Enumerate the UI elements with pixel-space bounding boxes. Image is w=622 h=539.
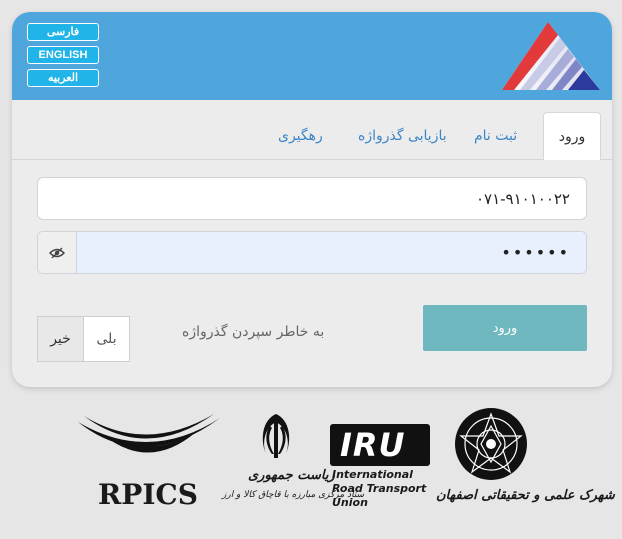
presidency-title: ریاست جمهوری xyxy=(248,468,335,483)
tab-register[interactable]: ثبت نام xyxy=(474,112,517,160)
iran-emblem-icon xyxy=(262,414,290,458)
presidency-logo: ریاست جمهوری ستاد مرکزی مبارزه با قاچاق … xyxy=(222,410,364,518)
show-password-button[interactable] xyxy=(38,232,77,273)
password-field xyxy=(37,231,587,274)
tab-password-recovery[interactable]: بازیابی گذرواژه xyxy=(358,112,447,160)
iru-line-1: International xyxy=(332,468,413,481)
sponsor-logos: RPICS ریاست جمهوری ستاد مرکزی مبارزه با … xyxy=(0,400,622,539)
header-bar: فارسی ENGLISH العربیه xyxy=(12,12,612,100)
tab-login[interactable]: ورود xyxy=(543,112,601,160)
iru-line-2: Road Transport xyxy=(332,482,427,495)
isfahan-text: شهرک علمی و تحقیقاتی اصفهان xyxy=(436,488,615,503)
username-field xyxy=(37,177,587,220)
tab-bar: ورود ثبت نام بازیابی گذرواژه رهگیری xyxy=(12,112,612,160)
eye-icon xyxy=(49,247,65,258)
tab-tracking[interactable]: رهگیری xyxy=(278,112,323,160)
remember-yes-option[interactable]: بلی xyxy=(84,317,129,361)
isfahan-science-town-logo: شهرک علمی و تحقیقاتی اصفهان xyxy=(436,406,615,522)
iru-line-3: Union xyxy=(332,496,368,509)
language-switcher: فارسی ENGLISH العربیه xyxy=(27,23,99,92)
rpics-logo: RPICS xyxy=(74,414,224,514)
remember-toggle: خیر بلی xyxy=(37,316,130,362)
login-card: فارسی ENGLISH العربیه ورود ثبت نام بازیا… xyxy=(12,12,612,387)
lang-farsi-button[interactable]: فارسی xyxy=(27,23,99,41)
rpics-text: RPICS xyxy=(98,478,198,511)
password-input[interactable] xyxy=(77,232,586,273)
geometric-star-emblem-icon xyxy=(455,408,527,480)
iru-text: IRU xyxy=(340,426,406,464)
triangle-stripes-logo-icon xyxy=(502,22,600,90)
lang-arabic-button[interactable]: العربیه xyxy=(27,69,99,87)
iru-badge: IRU xyxy=(330,424,430,466)
lang-english-button[interactable]: ENGLISH xyxy=(27,46,99,64)
username-input[interactable] xyxy=(38,178,586,219)
remember-password-label: به خاطر سپردن گذرواژه xyxy=(182,324,325,340)
login-submit-button[interactable]: ورود xyxy=(423,305,587,351)
iru-logo: IRU International Road Transport Union xyxy=(330,424,430,510)
remember-no-option[interactable]: خیر xyxy=(38,317,84,361)
wing-swoosh-icon xyxy=(78,414,220,453)
